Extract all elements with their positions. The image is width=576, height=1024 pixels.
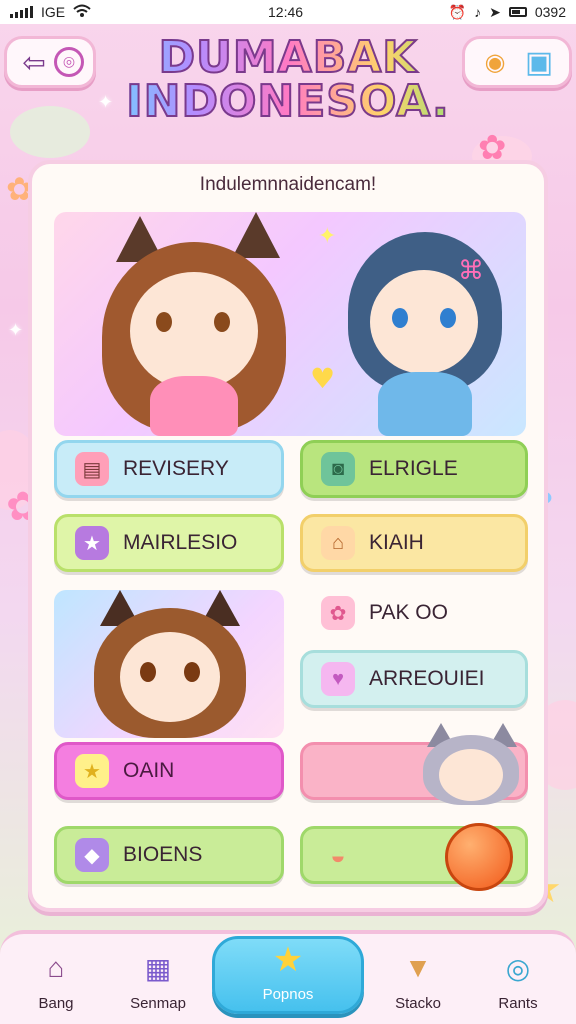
nav-label: Rants (498, 995, 538, 1012)
star-icon: ✦ (318, 224, 337, 249)
menu-button-revisery[interactable]: ▤ REVISERY (54, 440, 284, 498)
arrow-icon: ➤ (489, 3, 501, 20)
cake-icon: ◒ (330, 839, 346, 870)
network-label: IGE (41, 4, 66, 20)
bow-icon: ⌘ (458, 256, 484, 286)
bottom-nav: ⌂ Bang ▦ Senmap ★ Popnos ▼ Stacko ◎ Rant… (0, 930, 576, 1024)
nav-stacko[interactable]: ▼ Stacko (370, 942, 466, 1020)
nav-label: Senmap (130, 995, 186, 1012)
character-cat-small (421, 723, 521, 805)
character-left (94, 212, 294, 436)
game-title: DUMABAK INDONESOA. (100, 35, 476, 125)
nav-rants[interactable]: ◎ Rants (470, 942, 566, 1020)
menu-button-blank[interactable] (300, 723, 528, 805)
nav-popnos[interactable]: ★ Popnos (212, 936, 364, 1014)
character-illustration (54, 590, 284, 738)
sparkle-icon: ✦ (8, 320, 24, 341)
menu-label: OAIN (123, 759, 175, 782)
wifi-icon (73, 4, 91, 21)
gem-icon: ◆ (75, 838, 109, 872)
menu-label: BIOENS (123, 843, 203, 866)
ring-icon[interactable]: ◉ (477, 44, 513, 80)
panel-header: Indulemnnaidencam! (199, 174, 377, 195)
top-left-button-group: ⇦ ◎ (4, 36, 96, 88)
menu-label: ARREOUIEI (369, 667, 485, 690)
menu-button-kiaih[interactable]: ⌂ KIAIH (300, 514, 528, 572)
star-icon: ★ (272, 940, 304, 979)
menu-label: KIAIH (369, 531, 424, 554)
ice-cream-icon: ▼ (404, 952, 432, 983)
nav-label: Bang (38, 995, 74, 1012)
battery-text: 0392 (534, 4, 566, 20)
search-icon: ◎ (505, 952, 531, 984)
star-icon: ★ (75, 754, 109, 788)
menu-button-oain[interactable]: ★ OAIN (54, 742, 284, 800)
star-badge-icon: ★ (75, 526, 109, 560)
cube-icon[interactable]: ▣ (521, 44, 557, 80)
target-icon[interactable]: ◎ (54, 47, 84, 77)
status-bar: IGE 12:46 ⏰ ♪ ➤ 0392 (0, 0, 576, 24)
menu-button-bioens[interactable]: ◆ BIOENS (54, 826, 284, 884)
status-right: ⏰ ♪ ➤ 0392 (449, 4, 566, 21)
title-line-1: DUMABAK (100, 35, 476, 81)
menu-button-arreouiei[interactable]: ♥ ARREOUIEI (300, 650, 528, 708)
nav-label: Stacko (395, 995, 441, 1012)
back-arrow-icon[interactable]: ⇦ (16, 44, 52, 80)
menu-label: ELRIGLE (369, 457, 458, 480)
bg-cloud (10, 106, 90, 158)
calendar-icon: ▦ (144, 952, 172, 984)
menu-button-cake[interactable]: ◒ (300, 823, 528, 891)
title-line-2: INDONESOA. (100, 79, 476, 125)
top-right-button-group: ◉ ▣ (462, 36, 572, 88)
clock: 12:46 (268, 4, 304, 20)
menu-button-mairlesio[interactable]: ★ MAIRLESIO (54, 514, 284, 572)
pig-icon: ✿ (321, 596, 355, 630)
nav-senmap[interactable]: ▦ Senmap (110, 942, 206, 1020)
menu-button-elrigle[interactable]: ◙ ELRIGLE (300, 440, 528, 498)
nav-label: Popnos (262, 986, 314, 1003)
house-icon: ⌂ (47, 952, 65, 983)
menu-label: MAIRLESIO (123, 531, 238, 554)
battery-icon (508, 7, 527, 17)
menu-label: PAK OO (369, 601, 448, 624)
hero-illustration: ⌘ ♥ ✦ (54, 212, 526, 436)
alarm-icon: ⏰ (448, 3, 467, 20)
nav-bang[interactable]: ⌂ Bang (8, 942, 104, 1020)
menu-button-pak-oo[interactable]: ✿ PAK OO (300, 584, 528, 642)
status-left: IGE (10, 4, 91, 21)
orange-ball-icon[interactable] (445, 823, 513, 891)
card-icon: ▤ (75, 452, 109, 486)
cupcake-icon: ⌂ (321, 526, 355, 560)
box-icon: ◙ (321, 452, 355, 486)
character-right: ⌘ (340, 226, 510, 436)
main-panel: Indulemnnaidencam! ⌘ ♥ ✦ ▤ REVISERY ◙ EL… (28, 160, 548, 912)
sound-icon: ♪ (474, 4, 482, 20)
menu-label: REVISERY (123, 457, 229, 480)
character-middle (90, 590, 250, 738)
heart-icon: ♥ (321, 662, 355, 696)
heart-icon: ♥ (310, 362, 336, 395)
signal-icon (10, 6, 33, 18)
